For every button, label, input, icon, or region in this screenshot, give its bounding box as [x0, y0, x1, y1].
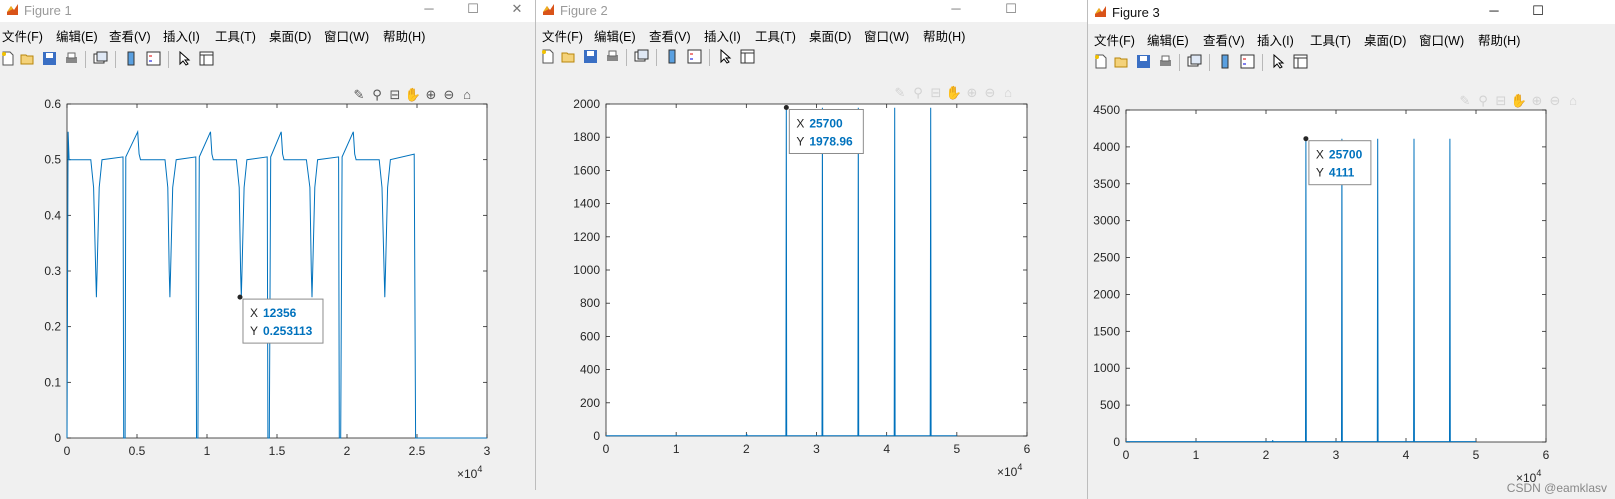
datatip-y-value: 0.253113 — [263, 324, 313, 338]
y-tick-label: 1000 — [573, 263, 600, 277]
y-tick-label: 500 — [1100, 398, 1120, 412]
y-tick-label: 1200 — [573, 230, 600, 244]
y-tick-label: 200 — [580, 396, 600, 410]
datatip-y-label: Y — [1316, 166, 1324, 180]
y-tick-label: 1600 — [573, 163, 600, 177]
y-tick-label: 1800 — [573, 130, 600, 144]
y-tick-label: 600 — [580, 329, 600, 343]
y-tick-label: 3000 — [1093, 214, 1120, 228]
x-tick-label: 4 — [883, 442, 890, 456]
datatip-y-value: 4111 — [1329, 166, 1355, 180]
y-tick-label: 0 — [1113, 435, 1120, 449]
figure-3-window: Figure 3 ─ ☐ 文件(F) 编辑(E) 查看(V) 插入(I) 工具(… — [1087, 0, 1615, 499]
x-exponent-label: ×104 — [457, 464, 482, 481]
watermark: CSDN @eamklasv — [1506, 481, 1607, 495]
y-tick-label: 0.5 — [44, 153, 61, 167]
datatip-x-label: X — [250, 306, 258, 320]
x-tick-label: 0.5 — [129, 444, 146, 458]
datatip-y-label: Y — [796, 134, 804, 148]
y-tick-label: 1400 — [573, 197, 600, 211]
datatip-x-value: 25700 — [809, 116, 843, 130]
y-tick-label: 0.3 — [44, 264, 61, 278]
x-tick-label: 0 — [603, 442, 610, 456]
y-tick-label: 0 — [54, 431, 61, 445]
x-tick-label: 5 — [1473, 448, 1480, 462]
x-tick-label: 2.5 — [409, 444, 426, 458]
x-tick-label: 3 — [813, 442, 820, 456]
y-tick-label: 0.6 — [44, 97, 61, 111]
y-tick-label: 3500 — [1093, 177, 1120, 191]
x-tick-label: 1 — [1193, 448, 1200, 462]
x-tick-label: 0 — [64, 444, 71, 458]
datatip-marker — [1303, 136, 1309, 142]
y-tick-label: 400 — [580, 363, 600, 377]
x-tick-label: 1.5 — [269, 444, 286, 458]
figure-2-axes[interactable]: 0 1 2 3 4 5 6 0 200 400 600 800 1000 1200 1400 1600 1800… — [536, 0, 1088, 490]
x-tick-label: 6 — [1024, 442, 1031, 456]
y-tick-label: 0.1 — [44, 375, 61, 389]
datatip-y-value: 1978.96 — [809, 134, 853, 148]
figure-2-window: Figure 2 ─ ☐ 文件(F) 编辑(E) 查看(V) 插入(I) 工具(… — [535, 0, 1088, 490]
datatip-y-label: Y — [250, 324, 258, 338]
y-tick-label: 0 — [593, 429, 600, 443]
x-tick-label: 5 — [953, 442, 960, 456]
x-tick-label: 1 — [673, 442, 680, 456]
y-tick-label: 4500 — [1093, 103, 1120, 117]
x-tick-label: 0 — [1123, 448, 1130, 462]
figure-1-axes[interactable]: 0 0.5 1 1.5 2 2.5 3 0 0.1 0.2 0.3 0.4 0.5 0.6 ×104 X 123… — [0, 0, 535, 499]
y-tick-label: 1500 — [1093, 324, 1120, 338]
plot-area — [66, 103, 488, 439]
figure-1-window: Figure 1 ─ ☐ ✕ 文件(F) 编辑(E) 查看(V) 插入(I) 工… — [0, 0, 535, 499]
x-tick-label: 3 — [1333, 448, 1340, 462]
y-tick-label: 1000 — [1093, 361, 1120, 375]
y-tick-label: 2000 — [573, 97, 600, 111]
y-tick-label: 2500 — [1093, 251, 1120, 265]
datatip-x-value: 12356 — [263, 306, 297, 320]
x-tick-label: 4 — [1403, 448, 1410, 462]
y-tick-label: 0.4 — [44, 208, 61, 222]
y-tick-label: 2000 — [1093, 287, 1120, 301]
y-tick-label: 0.2 — [44, 320, 61, 334]
y-tick-label: 800 — [580, 296, 600, 310]
figure-3-axes[interactable]: 0 1 2 3 4 5 6 0 500 1000 1500 2000 2500 3000 3500 4000 4… — [1088, 0, 1615, 499]
datatip-x-value: 25700 — [1329, 148, 1363, 162]
y-tick-label: 4000 — [1093, 140, 1120, 154]
datatip-x-label: X — [796, 116, 804, 130]
x-tick-label: 2 — [344, 444, 351, 458]
datatip-marker — [783, 104, 789, 110]
x-tick-label: 6 — [1543, 448, 1550, 462]
x-tick-label: 3 — [484, 444, 491, 458]
datatip-x-label: X — [1316, 148, 1324, 162]
datatip-marker — [237, 294, 243, 300]
x-exponent-label: ×104 — [997, 462, 1022, 479]
x-tick-label: 2 — [743, 442, 750, 456]
x-tick-label: 1 — [204, 444, 211, 458]
x-tick-label: 2 — [1263, 448, 1270, 462]
